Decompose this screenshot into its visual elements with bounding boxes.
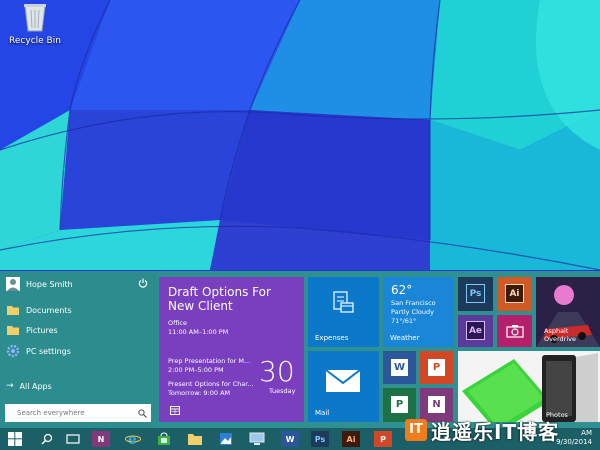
mail-tile[interactable]: Mail [308, 351, 379, 422]
taskbar-photos-button[interactable] [217, 431, 235, 447]
photos-icon [220, 433, 232, 445]
all-apps-label: All Apps [19, 381, 52, 391]
mail-label: Mail [315, 409, 330, 417]
gear-icon [6, 344, 20, 358]
task-view-button[interactable] [64, 431, 82, 447]
photoshop-icon: Ps [466, 284, 485, 303]
taskbar-search-button[interactable] [38, 431, 56, 447]
start-item-label: Pictures [26, 325, 58, 335]
word-icon: W [391, 359, 408, 376]
task-view-icon [66, 434, 80, 444]
user-name: Hope Smith [26, 279, 73, 289]
taskbar-illustrator-button[interactable]: Ai [342, 431, 360, 447]
folder-icon [6, 303, 20, 317]
watermark-text: 逍遥乐IT博客 [431, 419, 560, 444]
power-icon[interactable] [138, 278, 148, 288]
expenses-tile[interactable]: Expenses [308, 277, 379, 347]
calendar-day-name: Tuesday [269, 387, 296, 395]
weather-label: Weather [390, 334, 420, 342]
arrow-right-icon: → [6, 381, 14, 391]
calendar-day-number: 30 [259, 355, 295, 388]
calendar-event-place: Office [168, 319, 187, 327]
camera-tile[interactable] [497, 315, 532, 347]
powerpoint-icon: P [428, 359, 445, 376]
watermark-logo: IT [405, 419, 427, 441]
taskbar-file-explorer-button[interactable] [186, 431, 204, 447]
taskbar-onenote-button[interactable]: N [92, 431, 110, 447]
windows-logo-icon [8, 432, 22, 446]
recycle-bin-label: Recycle Bin [9, 36, 61, 46]
start-item-documents[interactable]: Documents [6, 303, 72, 317]
onenote-icon: N [428, 396, 445, 413]
recycle-bin-shortcut[interactable]: Recycle Bin [4, 2, 66, 46]
start-menu-tiles: Draft Options For New Client Office 11:0… [158, 271, 600, 428]
camera-icon [506, 324, 524, 340]
calendar-event-3-time: Tomorrow: 9:00 AM [168, 389, 231, 397]
start-menu-left-panel: Hope Smith Documents Pictures PC setting… [0, 271, 158, 428]
word-tile[interactable]: W [383, 351, 416, 384]
powerpoint-tile[interactable]: P [420, 351, 453, 384]
taskbar-ie-button[interactable]: e [124, 431, 142, 447]
asphalt-label: Asphalt Overdrive [544, 327, 576, 343]
taskbar-word-button[interactable]: W [281, 431, 299, 447]
start-item-pc-settings[interactable]: PC settings [6, 344, 71, 358]
folder-icon [6, 323, 20, 337]
search-placeholder: Search everywhere [17, 409, 85, 417]
calendar-event-title: Draft Options For New Client [168, 285, 271, 313]
calendar-app-icon [170, 406, 180, 415]
internet-explorer-icon: e [125, 432, 141, 447]
search-input[interactable]: Search everywhere [5, 404, 151, 422]
user-avatar-icon [6, 277, 20, 291]
photos-tile[interactable]: Photos [458, 351, 600, 422]
lumia-phone-image-icon [458, 351, 600, 422]
mail-envelope-icon [325, 369, 361, 395]
folder-icon [188, 434, 202, 445]
calendar-tile[interactable]: Draft Options For New Client Office 11:0… [159, 277, 304, 422]
search-icon[interactable] [138, 407, 147, 418]
photoshop-tile[interactable]: Ps [458, 277, 493, 311]
weather-temperature: 62° [391, 283, 413, 297]
store-bag-icon [158, 432, 170, 445]
illustrator-icon: Ai [505, 284, 524, 303]
recycle-bin-icon [22, 2, 48, 32]
start-item-label: Documents [26, 305, 72, 315]
weather-condition: Partly Cloudy [391, 308, 434, 316]
illustrator-tile[interactable]: Ai [497, 277, 532, 311]
calendar-event-3-title: Present Options for Char... [168, 380, 254, 388]
weather-range: 71°/61° [391, 317, 417, 325]
search-icon [41, 433, 53, 445]
weather-tile[interactable]: 62° San Francisco Partly Cloudy 71°/61° … [383, 277, 454, 347]
start-button[interactable] [6, 431, 24, 447]
watermark-overlay: IT 逍遥乐IT博客 [405, 417, 590, 444]
start-item-pictures[interactable]: Pictures [6, 323, 58, 337]
calendar-event-time: 11:00 AM–1:00 PM [168, 328, 229, 336]
taskbar-powerpoint-button[interactable]: P [374, 431, 392, 447]
taskbar-store-button[interactable] [155, 431, 173, 447]
user-account[interactable]: Hope Smith [6, 277, 73, 291]
all-apps-button[interactable]: → All Apps [6, 381, 52, 391]
weather-city: San Francisco [391, 299, 436, 307]
after-effects-tile[interactable]: Ae [458, 315, 493, 347]
after-effects-icon: Ae [466, 321, 485, 340]
publisher-icon: P [391, 396, 408, 413]
taskbar-photoshop-button[interactable]: Ps [311, 431, 329, 447]
calendar-event-2-time: 2:00 PM–5:00 PM [168, 366, 224, 374]
expenses-icon [332, 291, 354, 317]
calendar-event-2-title: Prep Presentation for M... [168, 357, 251, 365]
start-item-label: PC settings [26, 346, 71, 356]
computer-icon [249, 432, 265, 445]
svg-text:e: e [128, 432, 137, 447]
taskbar-network-button[interactable] [248, 431, 266, 447]
expenses-label: Expenses [315, 334, 349, 342]
asphalt-overdrive-tile[interactable]: Asphalt Overdrive [536, 277, 600, 347]
